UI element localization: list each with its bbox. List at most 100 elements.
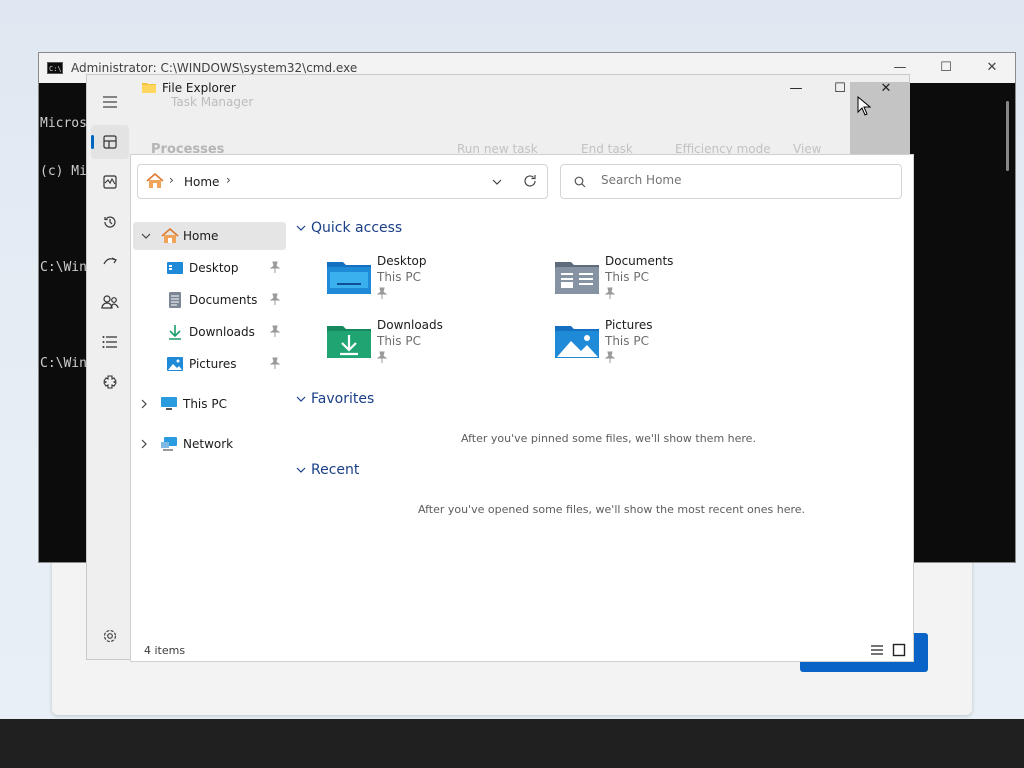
documents-folder-icon <box>169 292 181 308</box>
hamburger-menu-icon[interactable] <box>91 85 129 119</box>
nav-item-desktop[interactable]: Desktop <box>133 254 286 282</box>
item-name: Pictures <box>605 318 653 332</box>
nav-item-documents[interactable]: Documents <box>133 286 286 314</box>
item-location: This PC <box>605 334 649 348</box>
file-explorer-icon <box>142 83 156 93</box>
network-icon <box>161 437 177 451</box>
nav-item-pictures[interactable]: Pictures <box>133 350 286 378</box>
item-name: Downloads <box>377 318 443 332</box>
pin-icon <box>377 351 387 363</box>
pin-icon <box>605 287 615 299</box>
breadcrumb-home[interactable]: Home <box>184 175 219 189</box>
pin-icon[interactable] <box>270 325 280 337</box>
cmd-maximize-button[interactable]: ☐ <box>923 53 969 83</box>
favorites-empty-message: After you've pinned some files, we'll sh… <box>461 432 756 445</box>
performance-icon[interactable] <box>91 165 129 199</box>
documents-folder-icon <box>555 262 599 294</box>
nav-item-downloads[interactable]: Downloads <box>133 318 286 346</box>
downloads-folder-icon <box>169 325 181 340</box>
nav-item-this-pc[interactable]: This PC <box>133 390 286 418</box>
breadcrumb-separator[interactable]: › <box>226 173 231 187</box>
item-location: This PC <box>377 334 421 348</box>
startup-apps-icon[interactable] <box>91 245 129 279</box>
collapse-chevron-icon[interactable] <box>296 467 306 473</box>
nav-item-label: Pictures <box>189 357 237 371</box>
file-explorer-titlebar[interactable]: File Explorer — ☐ ✕ <box>134 74 910 114</box>
tiles-view-icon[interactable] <box>891 642 907 658</box>
quick-access-documents[interactable]: Documents This PC <box>555 254 765 310</box>
quick-access-header[interactable]: Quick access <box>296 220 402 236</box>
expand-chevron-right-icon[interactable] <box>141 399 147 409</box>
item-name: Documents <box>605 254 674 268</box>
pin-icon <box>605 351 615 363</box>
maximize-button[interactable]: ☐ <box>818 74 862 104</box>
address-dropdown-chevron-icon[interactable] <box>492 179 502 185</box>
pictures-folder-icon <box>167 357 183 371</box>
nav-item-home[interactable]: Home <box>133 222 286 250</box>
nav-item-label: Desktop <box>189 261 239 275</box>
breadcrumb-separator: › <box>169 173 174 187</box>
downloads-folder-icon <box>327 326 371 358</box>
nav-item-label: Documents <box>189 293 258 307</box>
processes-icon[interactable] <box>91 125 129 159</box>
console-line: Micros <box>40 116 87 131</box>
search-input[interactable] <box>599 172 883 188</box>
cmd-window-title: Administrator: C:\WINDOWS\system32\cmd.e… <box>71 61 358 75</box>
section-title: Quick access <box>311 220 403 236</box>
home-icon <box>161 228 179 243</box>
nav-item-network[interactable]: Network <box>133 430 286 458</box>
console-line: (c) Mi <box>40 164 87 179</box>
nav-item-label: Home <box>183 229 219 243</box>
details-icon[interactable] <box>91 325 129 359</box>
cmd-close-button[interactable]: ✕ <box>969 53 1015 83</box>
this-pc-icon <box>161 397 177 410</box>
nav-item-label: This PC <box>183 397 227 411</box>
console-line: C:\Win <box>40 260 87 275</box>
task-manager-sidebar <box>87 75 133 659</box>
collapse-chevron-icon[interactable] <box>296 225 306 231</box>
services-icon[interactable] <box>91 365 129 399</box>
quick-access-desktop[interactable]: Desktop This PC <box>327 254 537 310</box>
item-count-status: 4 items <box>144 644 186 657</box>
quick-access-pictures[interactable]: Pictures This PC <box>555 318 765 374</box>
recent-header[interactable]: Recent <box>296 462 359 478</box>
favorites-header[interactable]: Favorites <box>296 391 374 407</box>
taskbar <box>0 719 1024 768</box>
section-title: Recent <box>311 462 360 478</box>
recent-empty-message: After you've opened some files, we'll sh… <box>418 503 806 516</box>
collapse-chevron-icon[interactable] <box>296 396 306 402</box>
expand-chevron-right-icon[interactable] <box>141 439 147 449</box>
home-icon <box>146 173 164 188</box>
nav-item-label: Downloads <box>189 325 255 339</box>
settings-icon[interactable] <box>91 619 129 653</box>
app-history-icon[interactable] <box>91 205 129 239</box>
item-name: Desktop <box>377 254 427 268</box>
quick-access-downloads[interactable]: Downloads This PC <box>327 318 537 374</box>
pin-icon[interactable] <box>270 357 280 369</box>
details-view-icon[interactable] <box>869 642 885 658</box>
users-icon[interactable] <box>91 285 129 319</box>
pictures-folder-icon <box>555 326 599 358</box>
cmd-app-icon: C:\ <box>47 62 63 74</box>
search-icon <box>574 176 586 188</box>
item-location: This PC <box>605 270 649 284</box>
desktop-folder-icon <box>167 262 183 274</box>
refresh-icon[interactable] <box>523 174 537 188</box>
pin-icon[interactable] <box>270 261 280 273</box>
console-line: C:\Win <box>40 356 87 371</box>
nav-item-label: Network <box>183 437 234 451</box>
cmd-console-output[interactable]: Micros (c) Mi C:\Win C:\Win <box>40 84 87 404</box>
address-bar[interactable]: › Home › <box>137 164 548 199</box>
search-box[interactable] <box>560 164 902 199</box>
file-explorer-title: File Explorer <box>162 81 236 95</box>
pin-icon[interactable] <box>270 293 280 305</box>
minimize-button[interactable]: — <box>774 74 818 104</box>
expand-chevron-down-icon[interactable] <box>141 233 151 239</box>
cmd-scrollbar[interactable] <box>1006 101 1009 171</box>
mouse-pointer-icon <box>857 96 871 116</box>
section-title: Favorites <box>311 391 375 407</box>
item-location: This PC <box>377 270 421 284</box>
desktop-folder-icon <box>327 262 371 294</box>
